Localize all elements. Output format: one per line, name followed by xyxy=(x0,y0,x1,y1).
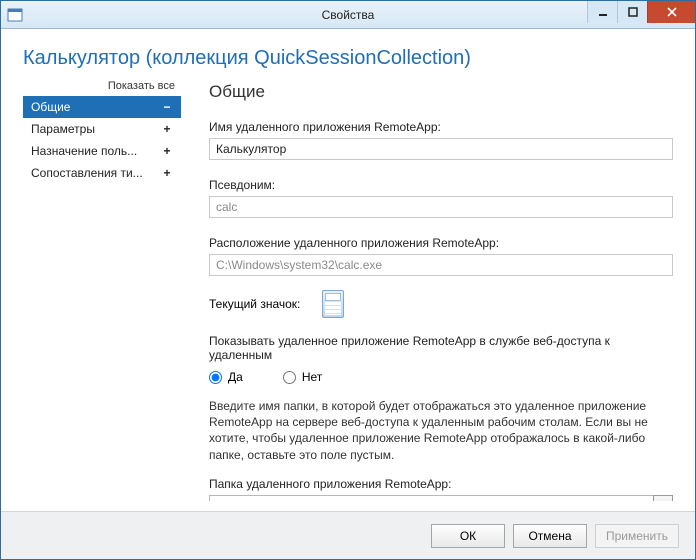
ok-button[interactable]: ОК xyxy=(431,524,505,548)
alias-label: Псевдоним: xyxy=(209,178,673,192)
folder-label: Папка удаленного приложения RemoteApp: xyxy=(209,477,673,491)
name-input[interactable] xyxy=(209,138,673,160)
maximize-button[interactable] xyxy=(617,1,647,23)
radio-no-input[interactable] xyxy=(283,371,296,384)
alias-input xyxy=(209,196,673,218)
expand-icon: + xyxy=(161,166,173,180)
sidebar-item-label: Общие xyxy=(31,100,70,114)
sidebar-item-associations[interactable]: Сопоставления ти... + xyxy=(23,162,181,184)
sidebar-item-assignment[interactable]: Назначение поль... + xyxy=(23,140,181,162)
show-in-web-label: Показывать удаленное приложение RemoteAp… xyxy=(209,334,673,362)
name-label: Имя удаленного приложения RemoteApp: xyxy=(209,120,673,134)
location-input xyxy=(209,254,673,276)
location-label: Расположение удаленного приложения Remot… xyxy=(209,236,673,250)
collapse-icon: − xyxy=(161,100,173,114)
show-all-link[interactable]: Показать все xyxy=(23,78,181,96)
current-icon-label: Текущий значок: xyxy=(209,297,300,311)
section-heading: Общие xyxy=(209,82,673,102)
radio-yes-input[interactable] xyxy=(209,371,222,384)
folder-dropdown-button[interactable] xyxy=(653,495,673,501)
minimize-button[interactable] xyxy=(587,1,617,23)
folder-input[interactable] xyxy=(209,495,653,501)
sidebar-item-general[interactable]: Общие − xyxy=(23,96,181,118)
app-icon xyxy=(7,7,23,23)
cancel-button[interactable]: Отмена xyxy=(513,524,587,548)
page-title: Калькулятор (коллекция QuickSessionColle… xyxy=(23,47,673,70)
close-button[interactable] xyxy=(647,1,695,23)
body: Калькулятор (коллекция QuickSessionColle… xyxy=(1,29,695,559)
calculator-icon[interactable] xyxy=(322,290,344,318)
window-controls xyxy=(587,1,695,28)
apply-button: Применить xyxy=(595,524,679,548)
sidebar-item-label: Сопоставления ти... xyxy=(31,166,143,180)
radio-no[interactable]: Нет xyxy=(283,370,322,384)
sidebar-item-parameters[interactable]: Параметры + xyxy=(23,118,181,140)
main-panel: Общие Имя удаленного приложения RemoteAp… xyxy=(181,78,673,501)
sidebar-item-label: Назначение поль... xyxy=(31,144,137,158)
radio-yes-label: Да xyxy=(228,370,243,384)
sidebar-item-label: Параметры xyxy=(31,122,95,136)
expand-icon: + xyxy=(161,144,173,158)
titlebar[interactable]: Свойства xyxy=(1,1,695,29)
show-radio-group: Да Нет xyxy=(209,370,673,384)
radio-no-label: Нет xyxy=(302,370,322,384)
folder-help-text: Введите имя папки, в которой будет отобр… xyxy=(209,398,649,463)
expand-icon: + xyxy=(161,122,173,136)
sidebar: Показать все Общие − Параметры + Назначе… xyxy=(23,78,181,501)
dialog-footer: ОК Отмена Применить xyxy=(1,511,695,559)
properties-window: Свойства Калькулятор (коллекция QuickSes… xyxy=(0,0,696,560)
folder-combo[interactable] xyxy=(209,495,673,501)
radio-yes[interactable]: Да xyxy=(209,370,243,384)
